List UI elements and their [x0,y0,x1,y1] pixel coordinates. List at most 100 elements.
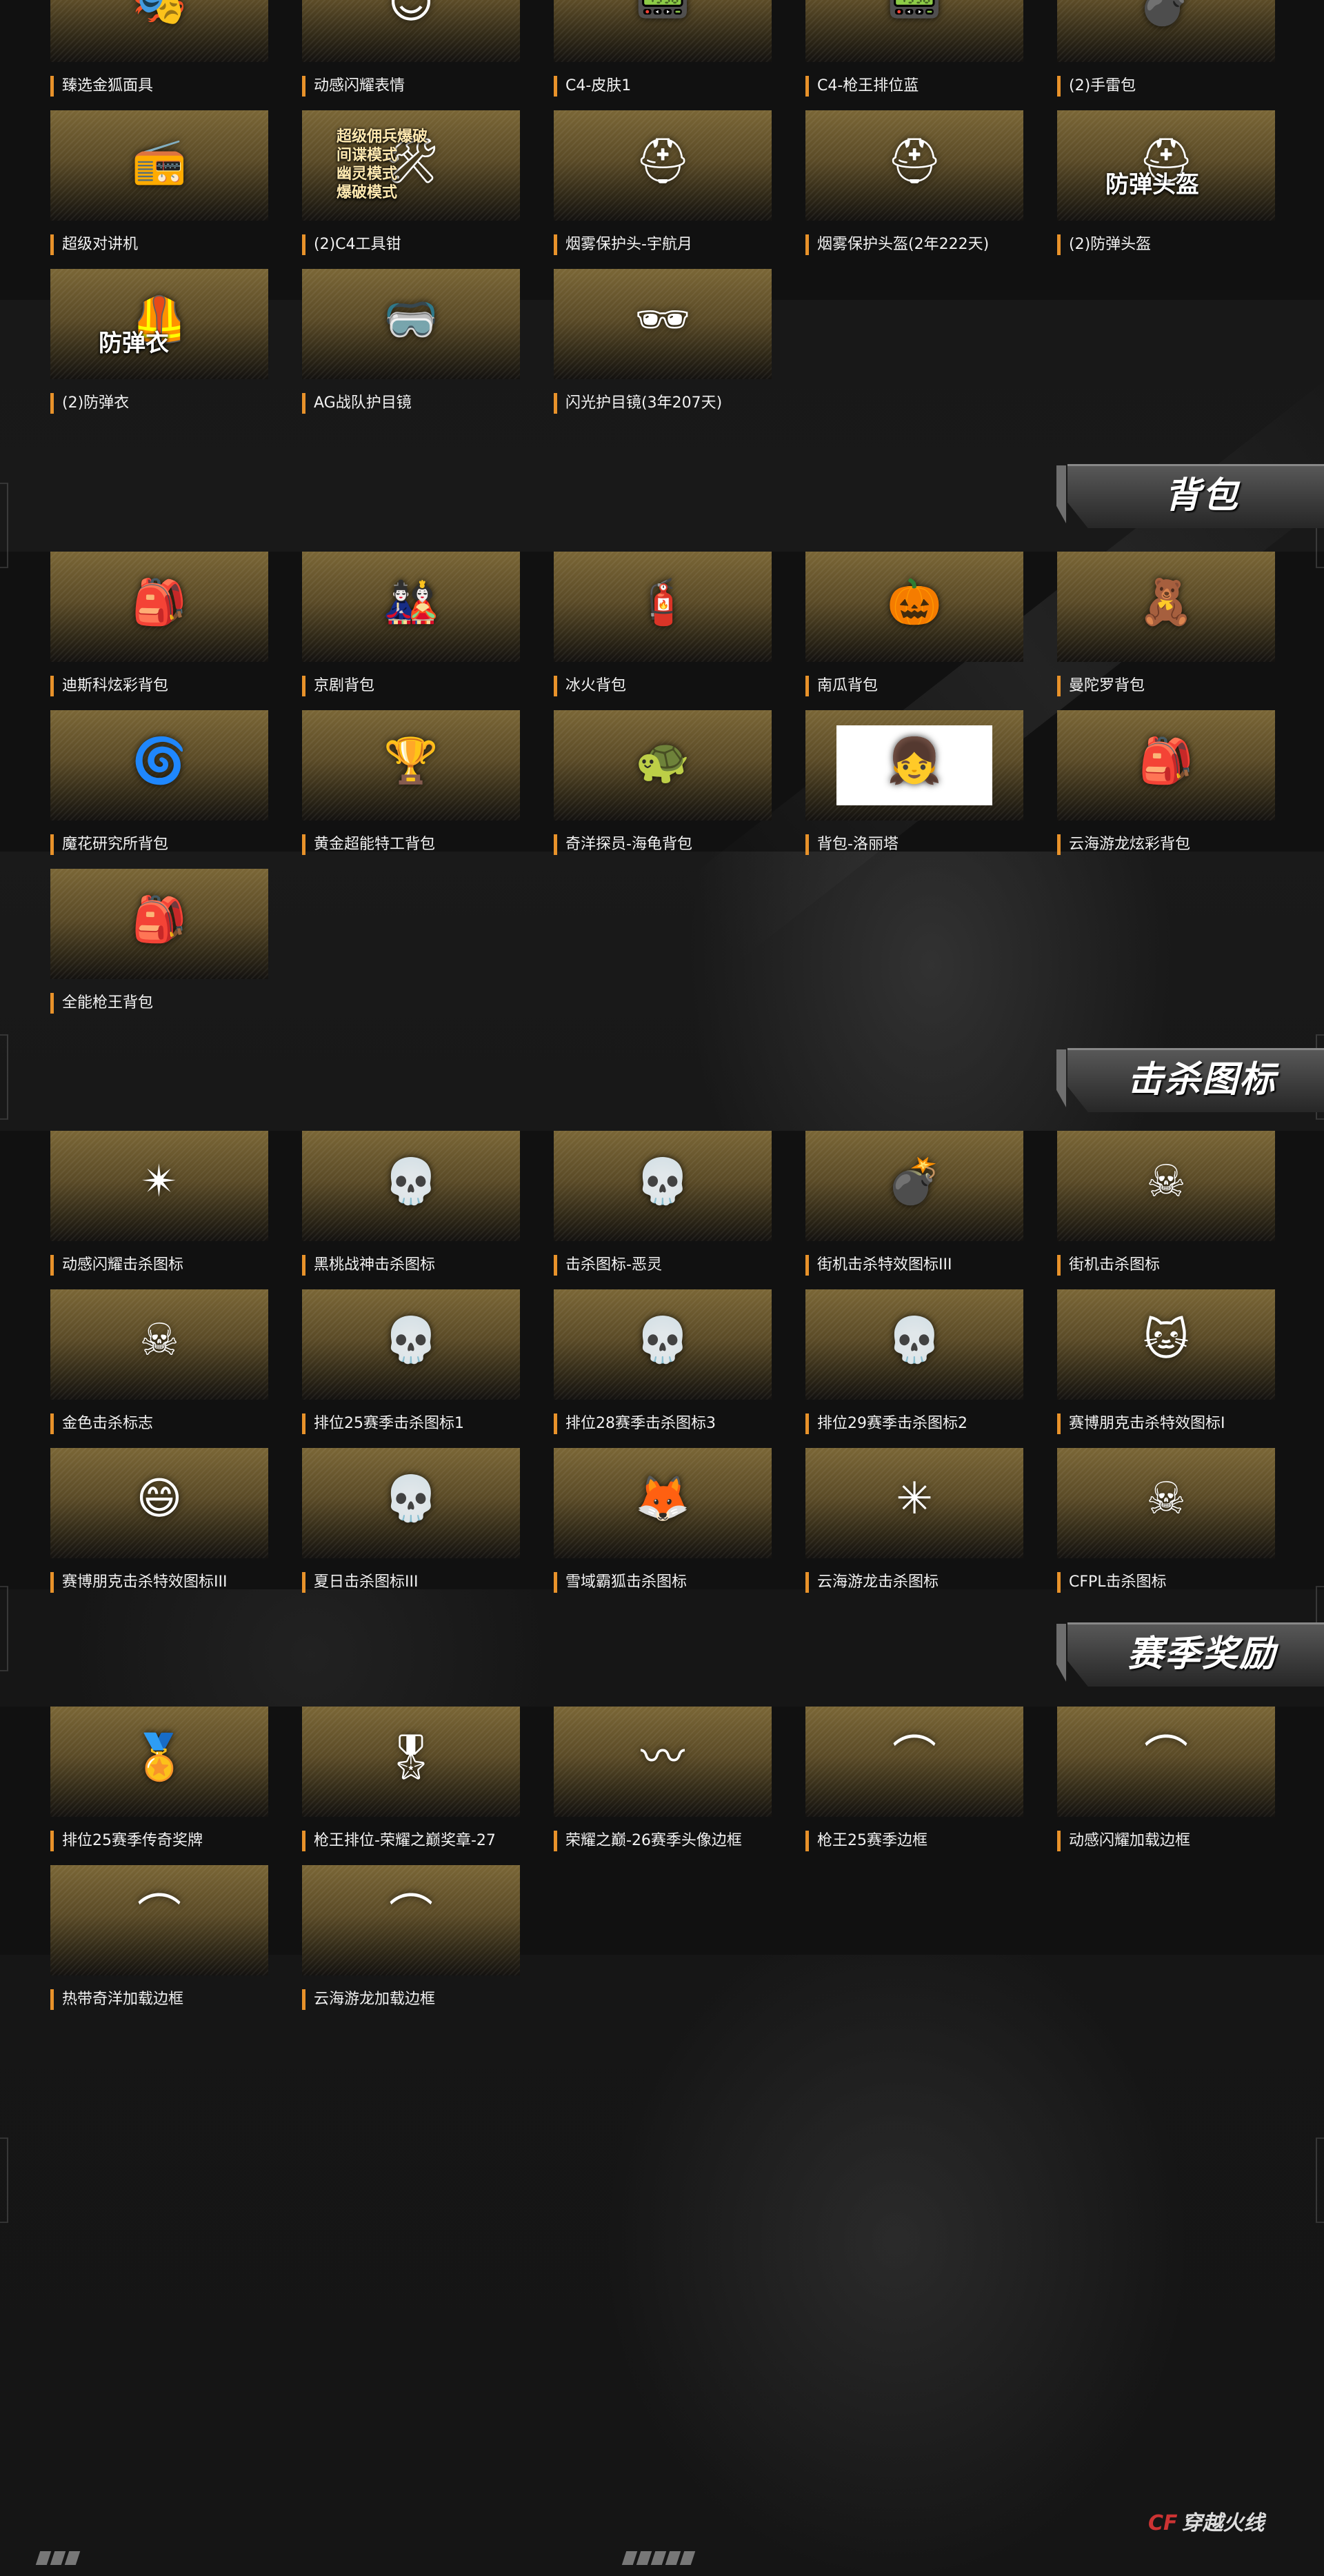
frame-icon: ⌒ [1144,1732,1188,1783]
frame-icon: ⌒ [137,1891,181,1942]
mode-text: 爆破模式 [337,184,398,201]
mask-icon: 🎭 [132,0,187,28]
item-card[interactable]: 💣 街机击杀特效图标III [805,1131,1023,1288]
item-thumbnail: 💀 [302,1289,520,1400]
item-card[interactable]: 🦺 防弹衣 (2)防弹衣 [50,269,268,426]
banner-edge [1056,1624,1066,1682]
item-thumbnail: 🎒 [50,869,268,979]
item-label: 烟雾保护头盔(2年222天) [805,234,1040,255]
item-card[interactable]: 🐢 奇洋探员-海龟背包 [554,710,772,867]
section-banner-backpack: 背包 [1047,450,1324,530]
item-label: 街机击杀图标 [1057,1255,1292,1276]
flower-icon: 🌀 [132,736,187,787]
item-card[interactable]: 🎃 南瓜背包 [805,552,1023,709]
item-card[interactable]: 📟 C4-枪王排位蓝 [805,0,1023,109]
item-card[interactable]: 〰荣耀之巅-26赛季头像边框 [554,1707,772,1864]
item-card[interactable]: 🎖 枪王排位-荣耀之巅奖章-27 [302,1707,520,1864]
item-thumbnail: 📟 [805,0,1023,62]
emoji-icon: 😊 [388,0,434,28]
item-card[interactable]: 🧸 曼陀罗背包 [1057,552,1275,709]
item-label: 动感闪耀击杀图标 [50,1255,285,1276]
frame-icon: ⌒ [389,1891,433,1942]
item-card[interactable]: 🎒 迪斯科炫彩背包 [50,552,268,709]
item-label: 黑桃战神击杀图标 [302,1255,536,1276]
item-card[interactable]: 🧯 冰火背包 [554,552,772,709]
item-label: 曼陀罗背包 [1057,676,1292,696]
item-thumbnail: 😄 [50,1448,268,1558]
item-card[interactable]: ☠ 金色击杀标志 [50,1289,268,1447]
item-card[interactable]: 💀 排位28赛季击杀图标3 [554,1289,772,1447]
item-card[interactable]: 👧 背包-洛丽塔 [805,710,1023,867]
item-card[interactable]: ⌒ 热带奇洋加载边框 [50,1865,268,2022]
item-label: (2)防弹衣 [50,393,285,414]
item-thumbnail: ⌒ [805,1707,1023,1817]
item-card[interactable]: 💀 击杀图标-恶灵 [554,1131,772,1288]
backpack-icon: 🧯 [635,577,690,628]
item-card[interactable]: 💀 黑桃战神击杀图标 [302,1131,520,1288]
logo-cf: CF [1148,2511,1178,2535]
item-card[interactable]: ✴ 动感闪耀击杀图标 [50,1131,268,1288]
item-card[interactable]: 🦊 雪域霸狐击杀图标 [554,1448,772,1605]
item-card[interactable]: 💀 排位25赛季击杀图标1 [302,1289,520,1447]
smiley-icon: 😄 [136,1473,183,1525]
item-label: 排位25赛季传奇奖牌 [50,1831,285,1851]
item-card[interactable]: ☠ CFPL击杀图标 [1057,1448,1275,1605]
item-card[interactable]: 🎎 京剧背包 [302,552,520,709]
backpack-icon: 🎒 [1139,736,1194,787]
item-card[interactable]: ☠ 街机击杀图标 [1057,1131,1275,1288]
item-thumbnail: ⌒ [1057,1707,1275,1817]
item-card[interactable]: ⛑ 防弹头盔 (2)防弹头盔 [1057,110,1275,268]
item-card[interactable]: 🛠 超级佣兵爆破 间谍模式 幽灵模式 爆破模式 (2)C4工具钳 [302,110,520,268]
item-thumbnail: 🎃 [805,552,1023,662]
item-card[interactable]: 🏆 黄金超能特工背包 [302,710,520,867]
section-title: 赛季奖励 [1127,1633,1276,1675]
item-card[interactable]: 🎒 云海游龙炫彩背包 [1057,710,1275,867]
item-label: 迪斯科炫彩背包 [50,676,285,696]
item-label: 夏日击杀图标III [302,1572,536,1593]
item-thumbnail: 💣 [805,1131,1023,1241]
item-card[interactable]: 🏅 排位25赛季传奇奖牌 [50,1707,268,1864]
item-card[interactable]: ⛑ 烟雾保护头盔(2年222天) [805,110,1023,268]
item-card[interactable]: 🌀 魔花研究所背包 [50,710,268,867]
item-overlay-text: 防弹头盔 [1105,171,1199,199]
item-card[interactable]: ⛑ 烟雾保护头-宇航月 [554,110,772,268]
section-title: 击杀图标 [1127,1059,1276,1100]
helmet-icon: ⛑ [634,136,691,187]
skull-emblem-icon: 💀 [383,1473,439,1525]
item-label: (2)手雷包 [1057,76,1292,97]
item-card[interactable]: 🎭 臻选金狐面具 [50,0,268,109]
item-card[interactable]: 😄 赛博朋克击杀特效图标III [50,1448,268,1605]
item-card[interactable]: 🕶 闪光护目镜(3年207天) [554,269,772,426]
item-card[interactable]: ⌒ 枪王25赛季边框 [805,1707,1023,1864]
item-thumbnail: 😊 [302,0,520,62]
item-label: 臻选金狐面具 [50,76,285,97]
item-thumbnail: 🎭 [50,0,268,62]
pumpkin-icon: 🎃 [887,577,942,628]
item-card[interactable]: 📟 C4-皮肤1 [554,0,772,109]
item-label: 荣耀之巅-26赛季头像边框 [554,1831,788,1851]
item-card[interactable]: 🥽 AG战队护目镜 [302,269,520,426]
item-card[interactable]: ⌒ 动感闪耀加载边框 [1057,1707,1275,1864]
item-card[interactable]: 🎒 全能枪王背包 [50,869,268,1026]
item-card[interactable]: 📻 超级对讲机 [50,110,268,268]
item-thumbnail: 💀 [554,1131,772,1241]
item-label: 雪域霸狐击杀图标 [554,1572,788,1593]
doll-icon: 👧 [887,736,942,787]
item-label: 排位25赛季击杀图标1 [302,1413,536,1434]
item-thumbnail: ⛑ [554,110,772,221]
item-card[interactable]: ✳ 云海游龙击杀图标 [805,1448,1023,1605]
item-card[interactable]: 😊 动感闪耀表情 [302,0,520,109]
medal-icon: 🎖 [383,1732,439,1783]
skull-emblem-icon: 💀 [383,1156,439,1207]
item-overlay-text: 防弹衣 [99,330,169,357]
right-border-rail [1309,0,1324,2576]
item-label: 云海游龙炫彩背包 [1057,834,1292,855]
item-card[interactable]: 💀 排位29赛季击杀图标2 [805,1289,1023,1447]
item-label: 金色击杀标志 [50,1413,285,1434]
item-card[interactable]: ⌒ 云海游龙加载边框 [302,1865,520,2022]
item-card[interactable]: 🐱 赛博朋克击杀特效图标I [1057,1289,1275,1447]
item-thumbnail: ⌒ [302,1865,520,1975]
item-card[interactable]: 💀 夏日击杀图标III [302,1448,520,1605]
item-label: 枪王25赛季边框 [805,1831,1040,1851]
item-card[interactable]: 💣+携带数(2)手雷包 [1057,0,1275,109]
